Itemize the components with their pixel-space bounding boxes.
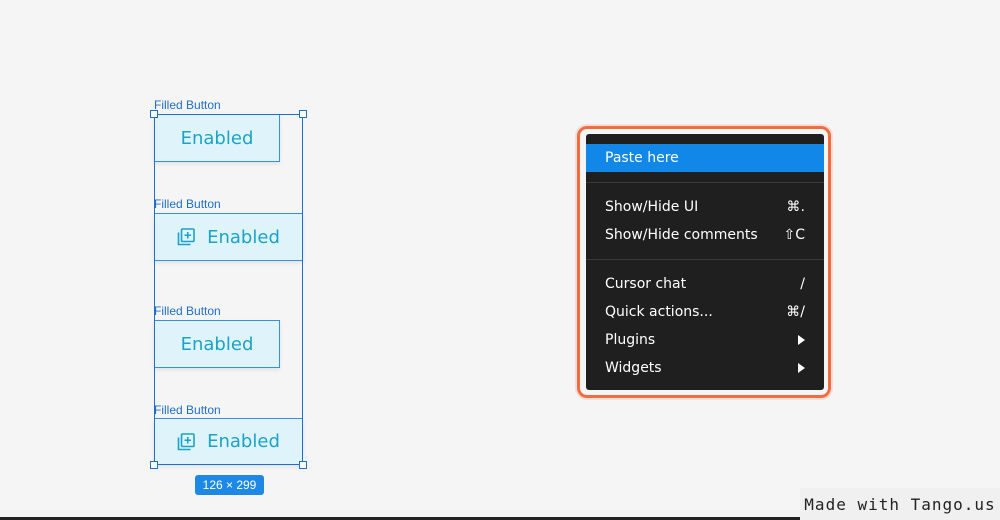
menu-item-label: Show/Hide comments [605, 227, 758, 243]
menu-item-plugins[interactable]: Plugins [586, 326, 824, 354]
menu-item-widgets[interactable]: Widgets [586, 354, 824, 382]
menu-item-label: Quick actions... [605, 304, 713, 320]
resize-handle-bottom-right[interactable] [299, 461, 307, 469]
filled-button-with-icon[interactable]: Enabled [154, 418, 303, 465]
menu-item-show-hide-ui[interactable]: Show/Hide UI ⌘. [586, 193, 824, 221]
button-label: Enabled [180, 127, 254, 149]
library-add-icon [177, 432, 195, 451]
submenu-arrow-icon [798, 363, 805, 373]
tango-watermark: Made with Tango.us [800, 488, 1000, 520]
frame-label[interactable]: Filled Button [154, 197, 221, 211]
menu-item-label: Widgets [605, 360, 662, 376]
menu-divider [586, 259, 824, 260]
button-label: Enabled [207, 431, 280, 452]
context-menu: Paste here Show/Hide UI ⌘. Show/Hide com… [586, 134, 824, 390]
menu-item-show-hide-comments[interactable]: Show/Hide comments ⇧C [586, 221, 824, 249]
menu-item-shortcut: ⌘. [786, 199, 805, 215]
filled-button[interactable]: Enabled [154, 320, 280, 368]
frame-label[interactable]: Filled Button [154, 98, 221, 112]
dimension-badge: 126 × 299 [195, 475, 264, 495]
resize-handle-top-left[interactable] [150, 110, 158, 118]
button-label: Enabled [207, 226, 280, 248]
filled-button-with-icon[interactable]: Enabled [154, 213, 303, 261]
menu-item-shortcut: / [800, 276, 805, 292]
submenu-arrow-icon [798, 335, 805, 345]
frame-label[interactable]: Filled Button [154, 304, 221, 318]
menu-item-shortcut: ⌘/ [786, 304, 805, 320]
menu-item-paste-here[interactable]: Paste here [586, 144, 824, 172]
design-canvas[interactable]: Filled Button Enabled Filled Button Enab… [0, 0, 1000, 520]
button-label: Enabled [180, 333, 254, 355]
filled-button[interactable]: Enabled [154, 114, 280, 162]
frame-label[interactable]: Filled Button [154, 403, 221, 417]
resize-handle-top-right[interactable] [299, 110, 307, 118]
library-add-icon [177, 228, 195, 246]
menu-item-cursor-chat[interactable]: Cursor chat / [586, 270, 824, 298]
menu-item-label: Cursor chat [605, 276, 687, 292]
menu-item-label: Paste here [605, 150, 679, 166]
menu-item-quick-actions[interactable]: Quick actions... ⌘/ [586, 298, 824, 326]
menu-item-shortcut: ⇧C [783, 227, 805, 243]
menu-item-label: Show/Hide UI [605, 199, 699, 215]
menu-item-label: Plugins [605, 332, 656, 348]
resize-handle-bottom-left[interactable] [150, 461, 158, 469]
menu-divider [586, 182, 824, 183]
